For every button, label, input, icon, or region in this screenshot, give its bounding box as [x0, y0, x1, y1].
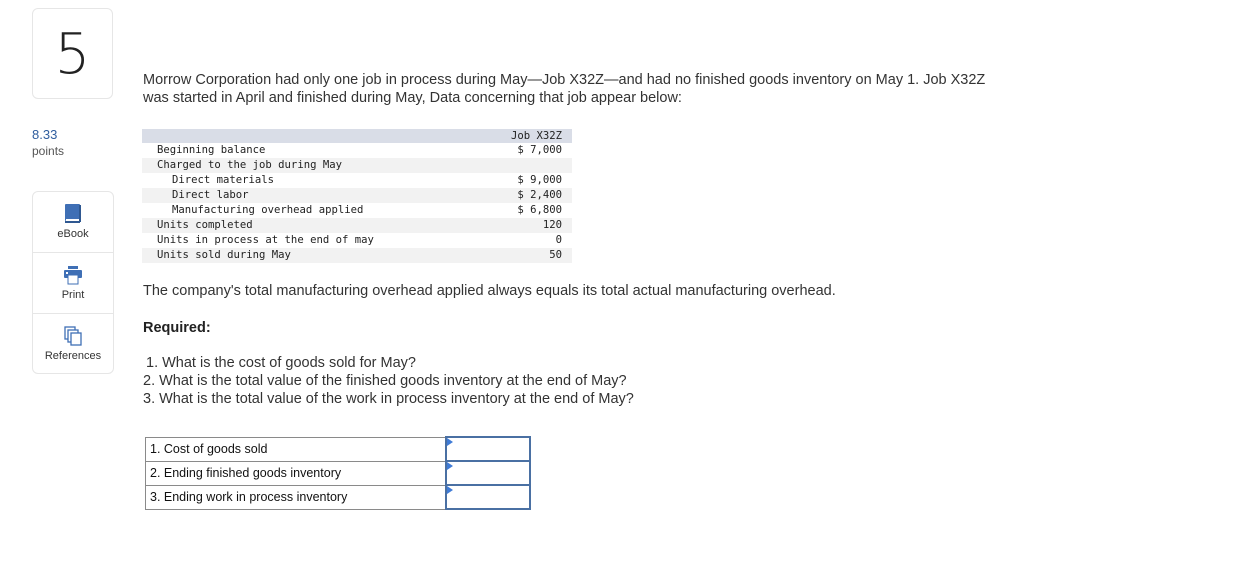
points-label: points — [32, 144, 65, 158]
input-flag-icon — [447, 438, 453, 446]
row-value: 0 — [555, 234, 562, 246]
header-job: Job X32Z — [472, 129, 572, 143]
cogs-input[interactable] — [447, 439, 529, 459]
table-row: Units in process at the end of may 0 — [142, 233, 572, 248]
row-value: $ 9,000 — [517, 174, 562, 186]
table-row: Direct materials $ 9,000 — [142, 173, 572, 188]
printer-icon — [64, 266, 82, 285]
answer-row-wip: 3. Ending work in process inventory — [145, 484, 531, 510]
job-data-table: Job X32Z Beginning balance $ 7,000 Charg… — [142, 129, 572, 263]
question-item: 3. What is the total value of the work i… — [143, 391, 634, 407]
problem-intro: Morrow Corporation had only one job in p… — [143, 71, 1083, 107]
row-value: $ 6,800 — [517, 204, 562, 216]
table-row: Units sold during May 50 — [142, 248, 572, 263]
row-label: Beginning balance — [157, 144, 266, 156]
references-label: References — [44, 350, 102, 362]
question-number-card: 5 — [32, 8, 113, 99]
ebook-label: eBook — [57, 228, 89, 240]
references-icon — [64, 326, 82, 346]
points-value: 8.33 — [32, 127, 58, 142]
answer-table: 1. Cost of goods sold 2. Ending finished… — [145, 436, 531, 510]
references-button[interactable]: References — [33, 314, 113, 375]
row-value: $ 2,400 — [472, 188, 572, 203]
row-value: 120 — [472, 218, 572, 233]
print-label: Print — [61, 289, 85, 301]
row-label: Manufacturing overhead applied — [172, 204, 364, 216]
answer-cell — [445, 484, 531, 510]
table-row: Direct labor $ 2,400 — [142, 188, 572, 203]
answer-cell — [445, 436, 531, 462]
row-label: Charged to the job during May — [142, 158, 472, 173]
intro-line-1: Morrow Corporation had only one job in p… — [143, 72, 986, 88]
answer-cell — [445, 460, 531, 486]
input-flag-icon — [447, 462, 453, 470]
answer-row-cogs: 1. Cost of goods sold — [145, 436, 531, 462]
row-label: Units sold during May — [142, 248, 472, 263]
row-label: Units completed — [142, 218, 472, 233]
question-item: 1. What is the cost of goods sold for Ma… — [146, 355, 416, 371]
table-row: Charged to the job during May — [142, 158, 572, 173]
row-label: Units in process at the end of may — [157, 234, 374, 246]
print-button[interactable]: Print — [33, 253, 113, 314]
input-flag-icon — [447, 486, 453, 494]
answer-label: 1. Cost of goods sold — [145, 436, 447, 462]
row-value: $ 7,000 — [517, 144, 562, 156]
row-value: 50 — [472, 248, 572, 263]
question-number: 5 — [54, 21, 91, 87]
tools-panel: eBook Print References — [32, 191, 114, 374]
intro-line-2: was started in April and finished during… — [143, 90, 682, 106]
row-label: Direct materials — [172, 174, 275, 186]
header-blank-cell — [142, 129, 472, 143]
question-item: 2. What is the total value of the finish… — [143, 373, 627, 389]
points-block: 8.33 points — [32, 127, 64, 159]
required-heading: Required: — [143, 320, 211, 336]
answer-label: 2. Ending finished goods inventory — [145, 460, 447, 486]
table-header-row: Job X32Z — [142, 129, 572, 143]
table-row: Beginning balance $ 7,000 — [142, 143, 572, 158]
table-row: Manufacturing overhead applied $ 6,800 — [142, 203, 572, 218]
ebook-button[interactable]: eBook — [33, 192, 113, 253]
row-value — [472, 158, 572, 173]
overhead-note: The company's total manufacturing overhe… — [143, 283, 836, 299]
answer-label: 3. Ending work in process inventory — [145, 484, 447, 510]
answer-row-finished-goods: 2. Ending finished goods inventory — [145, 460, 531, 486]
book-icon — [65, 204, 81, 223]
table-row: Units completed 120 — [142, 218, 572, 233]
wip-input[interactable] — [447, 487, 529, 507]
finished-goods-input[interactable] — [447, 463, 529, 483]
row-label: Direct labor — [142, 188, 472, 203]
questions-list: 1. What is the cost of goods sold for Ma… — [143, 354, 634, 408]
